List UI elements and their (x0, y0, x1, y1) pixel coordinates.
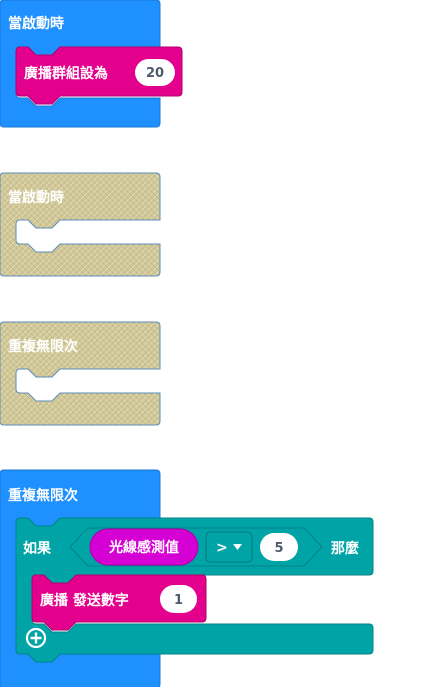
on-start-block[interactable]: 當啟動時 廣播群組設為 20 (0, 0, 200, 130)
forever-label: 重複無限次 (8, 487, 78, 504)
group-number-value: 20 (146, 66, 164, 81)
forever-block[interactable]: 重複無限次 如果 光線感測值 > 5 那麼 廣播 發送數字 1 (0, 469, 425, 687)
on-start-block-disabled[interactable]: 當啟動時 (0, 172, 170, 282)
then-label: 那麼 (331, 540, 359, 557)
canvas: 當啟動時 廣播群組設為 20 當啟動時 重複無限次 重複無限次 如果 光線感測值… (0, 0, 425, 687)
compare-value: 5 (274, 541, 283, 556)
disabled-hat-shape[interactable] (0, 172, 161, 277)
if-label: 如果 (23, 540, 52, 557)
forever-block-disabled[interactable]: 重複無限次 (0, 321, 170, 431)
radio-send-number-label: 廣播 發送數字 (40, 592, 129, 609)
operator-dropdown[interactable] (205, 531, 253, 563)
light-level-label: 光線感測值 (108, 539, 179, 556)
on-start-label: 當啟動時 (8, 15, 64, 32)
send-value: 1 (174, 593, 183, 608)
set-radio-group-label: 廣播群組設為 (24, 65, 108, 82)
disabled-on-start-label: 當啟動時 (8, 189, 64, 206)
disabled-forever-shape[interactable] (0, 321, 161, 426)
operator-value: > (216, 540, 228, 556)
disabled-forever-label: 重複無限次 (8, 338, 78, 355)
